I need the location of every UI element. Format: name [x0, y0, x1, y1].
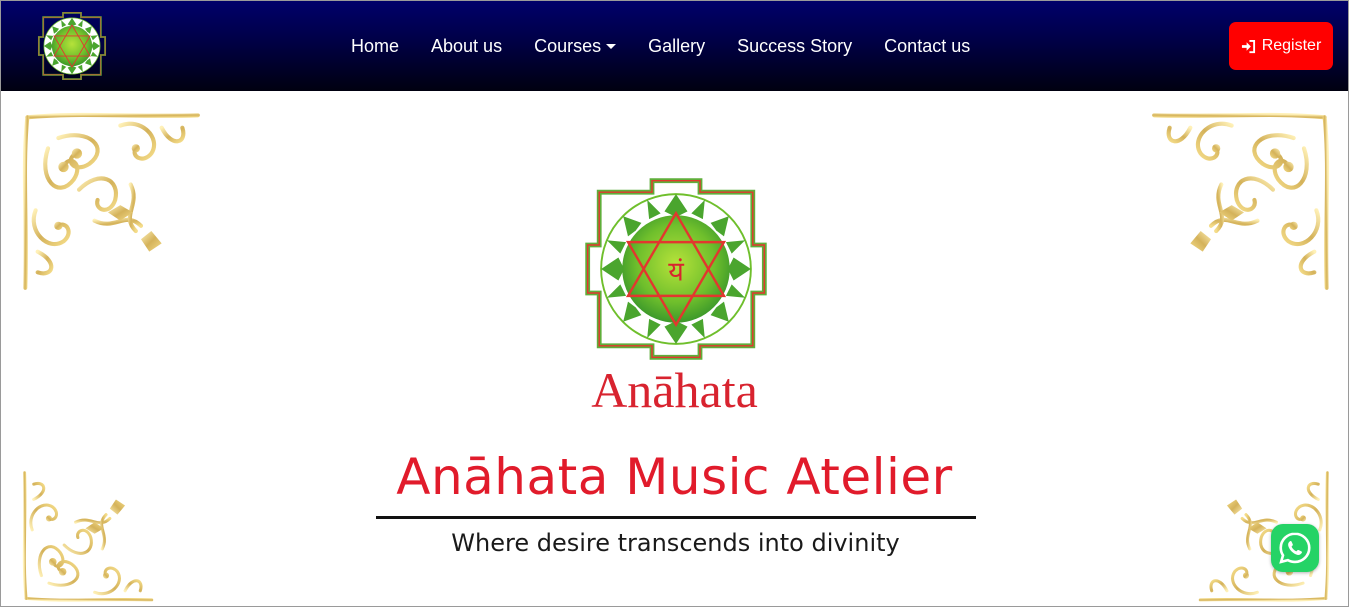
- top-navbar: Home About us Courses Gallery Success St…: [1, 1, 1348, 91]
- nav-about[interactable]: About us: [431, 36, 502, 56]
- gold-filigree-top-left-icon: [17, 107, 203, 293]
- register-label: Register: [1261, 37, 1322, 54]
- nav-success-story[interactable]: Success Story: [737, 36, 852, 56]
- yantra-glyph: यं: [668, 257, 684, 288]
- page-title: Anāhata Music Atelier: [396, 448, 953, 506]
- nav-courses-label: Courses: [534, 35, 602, 56]
- whatsapp-chat-button[interactable]: [1271, 524, 1319, 572]
- main-nav: Home About us Courses Gallery Success St…: [351, 1, 1002, 91]
- logo-wordmark: Anāhata: [591, 362, 758, 418]
- hero-yantra-logo: यं: [578, 173, 774, 365]
- tagline-divider: [376, 516, 976, 519]
- gold-filigree-top-right-icon: [1149, 107, 1335, 293]
- nav-courses-dropdown[interactable]: Courses: [534, 35, 617, 56]
- brand-logo[interactable]: [35, 10, 109, 82]
- whatsapp-icon: [1279, 532, 1311, 564]
- register-button[interactable]: Register: [1229, 22, 1333, 70]
- sign-in-icon: [1241, 39, 1255, 53]
- yantra-emblem-icon: यं: [578, 173, 774, 365]
- yantra-logo-icon: [35, 10, 109, 82]
- nav-contact[interactable]: Contact us: [884, 36, 970, 56]
- hero-banner: यं Anāhata Anāhata Music Atelier Where d…: [1, 91, 1348, 606]
- caret-down-icon: [606, 44, 617, 50]
- nav-gallery[interactable]: Gallery: [648, 36, 705, 56]
- nav-home[interactable]: Home: [351, 36, 399, 56]
- tagline: Where desire transcends into divinity: [451, 529, 900, 557]
